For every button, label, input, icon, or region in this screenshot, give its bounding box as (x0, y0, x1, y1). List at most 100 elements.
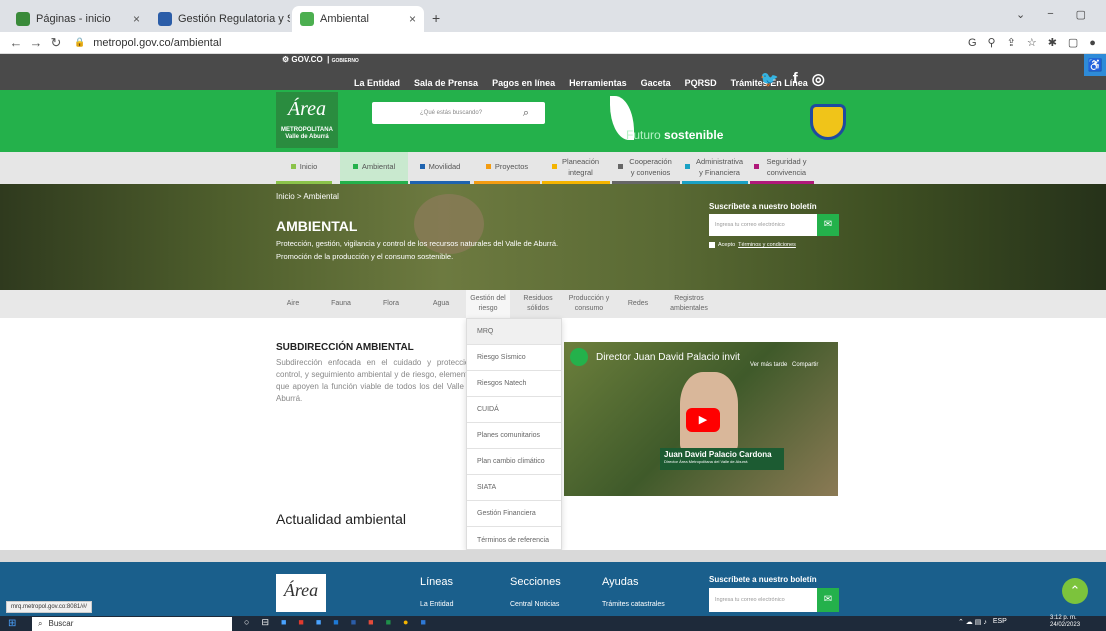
windows-start-icon[interactable]: ⊞ (8, 618, 16, 629)
search-icon[interactable]: ⌕ (523, 107, 529, 120)
dropdown-item[interactable]: Planes comunitarios (467, 423, 561, 449)
instagram-icon[interactable]: ◎ (812, 70, 825, 88)
address-bar: ← → ↻ 🔒 metropol.gov.co/ambiental G⚲⇪☆✱▢… (0, 32, 1106, 54)
back-icon[interactable]: ← (6, 35, 26, 50)
play-icon[interactable]: ▶ (686, 408, 720, 432)
mainnav-item-seguridad[interactable]: Seguridad y convivencia (750, 152, 814, 184)
mainnav-item-ambiental[interactable]: Ambiental (340, 152, 408, 184)
topnav-link[interactable]: Sala de Prensa (414, 78, 478, 88)
footer-newsletter-title: Suscríbete a nuestro boletín (709, 575, 817, 584)
tray-icons[interactable]: ⌃ ☁ ▤ ♪ (958, 618, 987, 626)
topnav-link[interactable]: Pagos en línea (492, 78, 555, 88)
tab-ambiental[interactable]: Ambiental × (292, 6, 424, 32)
subnav-item-fauna[interactable]: Fauna (322, 290, 360, 318)
powerpoint-icon[interactable]: ■ (368, 617, 373, 628)
edge-icon[interactable]: ■ (316, 617, 321, 628)
dropdown-item[interactable]: Plan cambio climático (467, 449, 561, 475)
social-links: 🐦 f ◎ (760, 70, 825, 88)
video-lower-third: Juan David Palacio Cardona Director Área… (660, 448, 784, 470)
subnav-item-produccion[interactable]: Producción y consumo (564, 290, 614, 318)
mainnav-item-cooperacion[interactable]: Cooperación y convenios (612, 152, 680, 184)
accessibility-icon[interactable]: ♿ (1084, 54, 1106, 76)
mainnav-item-inicio[interactable]: Inicio (276, 152, 332, 184)
cortana-icon[interactable]: ○ (244, 617, 249, 628)
amva-logo[interactable]: Área METROPOLITANA Valle de Aburrá (276, 92, 338, 148)
topnav-link[interactable]: PQRSD (685, 78, 717, 88)
new-tab-icon[interactable]: + (432, 10, 440, 26)
subnav-item-gestion-riesgo[interactable]: Gestión del riesgo (466, 290, 510, 318)
mainnav-item-administrativa[interactable]: Administrativa y Financiera (682, 152, 748, 184)
send-icon[interactable]: ✉ (817, 214, 839, 236)
reload-icon[interactable]: ↻ (46, 35, 66, 51)
top-nav: La Entidad Sala de Prensa Pagos en línea… (354, 78, 808, 88)
subnav-item-redes[interactable]: Redes (622, 290, 654, 318)
subnav-item-agua[interactable]: Agua (424, 290, 458, 318)
scroll-top-icon[interactable]: ⌃ (1062, 578, 1088, 604)
newsletter-email-input[interactable]: Ingresa tu correo electrónico (709, 214, 817, 236)
pdf-icon[interactable]: ■ (298, 617, 303, 628)
subnav-item-registros[interactable]: Registros ambientales (664, 290, 714, 318)
slogan: Futuro sostenible (626, 128, 724, 142)
footer-email-input[interactable]: Ingresa tu correo electrónico (709, 588, 817, 612)
close-icon[interactable]: × (133, 12, 140, 26)
teams-icon[interactable]: ■ (281, 617, 286, 628)
taskbar-search[interactable]: ⌕ Buscar (32, 617, 232, 631)
gov-logo[interactable]: ⚙ GOV.CO | GOBIERNO (282, 55, 359, 64)
footer-link[interactable]: La Entidad (420, 601, 453, 608)
mainnav-item-proyectos[interactable]: Proyectos (474, 152, 540, 184)
url-field[interactable]: metropol.gov.co/ambiental (93, 37, 221, 49)
subnav-item-aire[interactable]: Aire (276, 290, 310, 318)
hero-banner (0, 184, 1106, 290)
extension-icons[interactable]: G⚲⇪☆✱▢● (968, 36, 1106, 49)
twitter-icon[interactable]: 🐦 (760, 70, 779, 88)
video-player[interactable]: Director Juan David Palacio invit Ver má… (564, 342, 838, 496)
mainnav-item-movilidad[interactable]: Movilidad (410, 152, 470, 184)
restore-icon[interactable]: ▢ (1076, 8, 1086, 21)
tab-title: Ambiental (320, 13, 369, 25)
watch-later-button[interactable]: Ver más tarde (750, 362, 787, 368)
outlook-icon[interactable]: ■ (420, 617, 425, 628)
channel-avatar (570, 348, 588, 366)
clock[interactable]: 3:12 p. m. 24/02/2023 (1050, 615, 1080, 629)
section-title: SUBDIRECCIÓN AMBIENTAL (276, 342, 414, 353)
close-icon[interactable]: × (409, 12, 416, 26)
dropdown-item[interactable]: CUIDÁ (467, 397, 561, 423)
dropdown-item[interactable]: SIATA (467, 475, 561, 501)
tab-gestion-regulatoria[interactable]: Gestión Regulatoria y Sancionato × (150, 6, 290, 32)
search-input[interactable]: ¿Qué estás buscando? ⌕ (372, 102, 545, 124)
mainnav-item-planeacion[interactable]: Planeación integral (542, 152, 610, 184)
word-icon[interactable]: ■ (351, 617, 356, 628)
store-icon[interactable]: ■ (333, 617, 338, 628)
forward-icon[interactable]: → (26, 35, 46, 50)
share-button[interactable]: Compartir (792, 362, 818, 368)
tab-paginas-inicio[interactable]: Páginas - inicio × (8, 6, 148, 32)
dropdown-item[interactable]: Riesgos Natech (467, 371, 561, 397)
chevron-down-icon[interactable]: ⌄ (1016, 8, 1025, 21)
colombia-shield-icon (810, 104, 846, 140)
topnav-link[interactable]: Gaceta (641, 78, 671, 88)
footer-logo[interactable]: Área (276, 574, 326, 612)
facebook-icon[interactable]: f (793, 70, 798, 88)
topnav-link[interactable]: Herramientas (569, 78, 627, 88)
breadcrumb[interactable]: Inicio > Ambiental (276, 192, 339, 201)
lock-icon: 🔒 (74, 37, 86, 47)
site-favicon-icon (300, 12, 314, 26)
send-icon[interactable]: ✉ (817, 588, 839, 612)
dropdown-item[interactable]: Riesgo Sísmico (467, 345, 561, 371)
minimize-icon[interactable]: − (1047, 8, 1053, 21)
topnav-link[interactable]: La Entidad (354, 78, 400, 88)
tab-title: Páginas - inicio (36, 13, 111, 25)
dropdown-item-mrq[interactable]: MRQ (467, 319, 561, 345)
footer-col-title: Ayudas (602, 576, 639, 588)
footer-link[interactable]: Central Noticias (510, 601, 559, 608)
excel-icon[interactable]: ■ (386, 617, 391, 628)
chrome-icon[interactable]: ● (403, 617, 408, 628)
hero-text: Promoción de la producción y el consumo … (276, 252, 454, 261)
terms-checkbox[interactable]: Acepto Términos y condiciones (709, 242, 796, 248)
dropdown-item[interactable]: Gestión Financiera (467, 501, 561, 527)
site-favicon-icon (158, 12, 172, 26)
subnav-item-residuos[interactable]: Residuos sólidos (518, 290, 558, 318)
subnav-item-flora[interactable]: Flora (372, 290, 410, 318)
footer-link[interactable]: Trámites catastrales (602, 601, 665, 608)
task-view-icon[interactable]: ⊟ (261, 617, 269, 628)
